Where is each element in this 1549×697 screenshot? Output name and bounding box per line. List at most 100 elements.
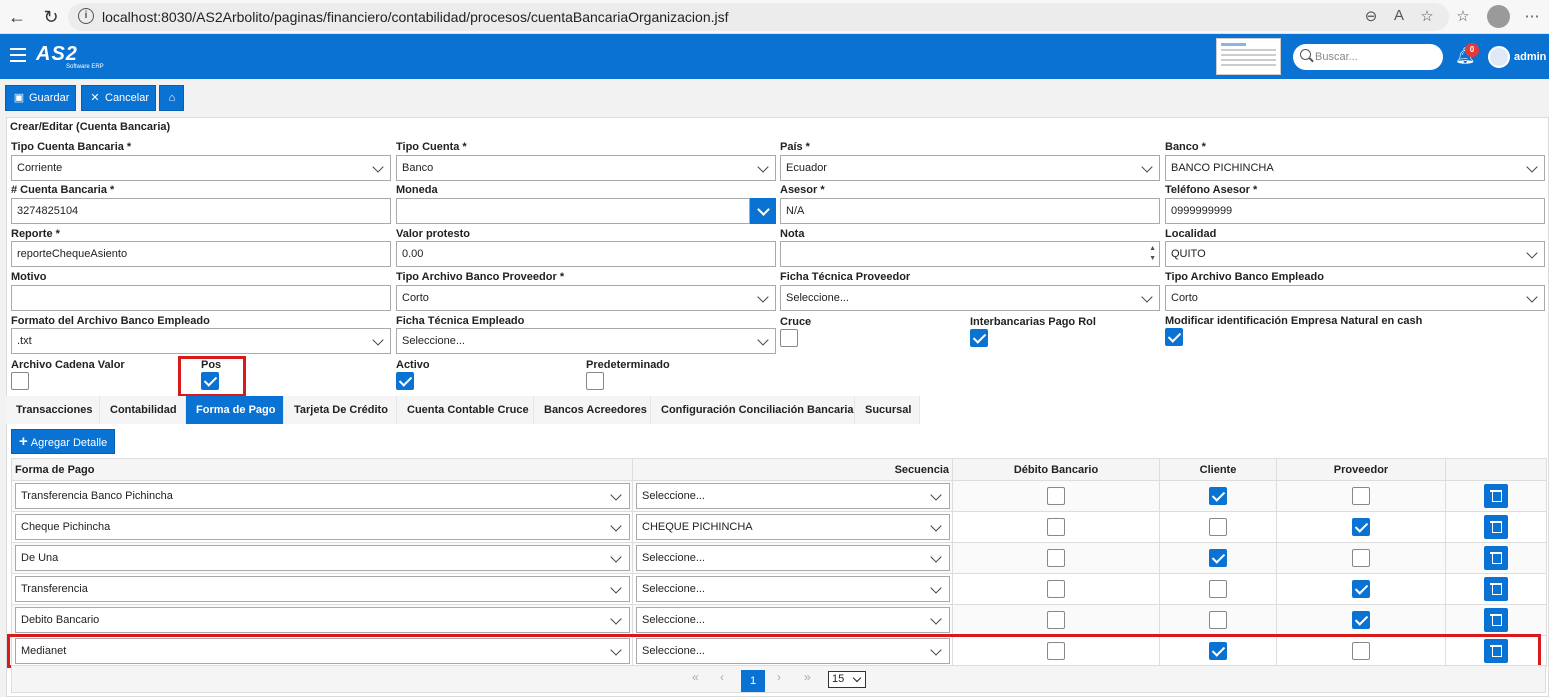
tab-transacciones[interactable]: Transacciones xyxy=(6,396,100,424)
cell-debito xyxy=(952,480,1160,512)
nota-textarea[interactable]: ▲ ▼ xyxy=(780,241,1160,267)
secuencia-select[interactable]: Seleccione... xyxy=(636,607,950,633)
tab-bancos-acreedores[interactable]: Bancos Acreedores xyxy=(534,396,651,424)
page-button-current[interactable]: 1 xyxy=(741,670,765,692)
motivo-input[interactable] xyxy=(11,285,391,311)
modificar-id-checkbox[interactable] xyxy=(1165,328,1183,346)
tipo-archivo-empleado-select[interactable]: Corto xyxy=(1165,285,1545,311)
trash-icon[interactable] xyxy=(1484,546,1508,570)
trash-icon[interactable] xyxy=(1484,608,1508,632)
prev-page-icon[interactable]: ‹ xyxy=(720,670,724,684)
tab-tarjeta-de-credito[interactable]: Tarjeta De Crédito xyxy=(284,396,397,424)
asesor-input[interactable]: N/A xyxy=(780,198,1160,224)
telefono-asesor-input[interactable]: 0999999999 xyxy=(1165,198,1545,224)
ficha-tecnica-empleado-select[interactable]: Seleccione... xyxy=(396,328,776,354)
favorites-bar-icon[interactable]: ☆ xyxy=(1453,7,1473,25)
avatar[interactable] xyxy=(1488,46,1510,68)
tab-cuenta-contable-cruce[interactable]: Cuenta Contable Cruce xyxy=(397,396,534,424)
trash-icon[interactable] xyxy=(1484,484,1508,508)
moneda-input[interactable] xyxy=(396,198,750,224)
save-button[interactable]: ▣ Guardar xyxy=(5,85,77,111)
trash-icon[interactable] xyxy=(1484,577,1508,601)
proveedor-checkbox[interactable] xyxy=(1352,611,1370,629)
last-page-icon[interactable]: » xyxy=(804,670,811,684)
cell-cliente xyxy=(1159,573,1277,605)
add-detail-button[interactable]: + Agregar Detalle xyxy=(11,429,116,454)
predeterminado-checkbox[interactable] xyxy=(586,372,604,390)
forma-de-pago-select[interactable]: Debito Bancario xyxy=(15,607,630,633)
secuencia-select[interactable]: Seleccione... xyxy=(636,545,950,571)
header-secuencia[interactable]: Secuencia xyxy=(632,458,953,481)
proveedor-checkbox[interactable] xyxy=(1352,518,1370,536)
spinner-icon[interactable]: ▲ ▼ xyxy=(1149,244,1156,264)
debito-checkbox[interactable] xyxy=(1047,580,1065,598)
cliente-checkbox[interactable] xyxy=(1209,549,1227,567)
debito-checkbox[interactable] xyxy=(1047,549,1065,567)
secuencia-select[interactable]: Seleccione... xyxy=(636,483,950,509)
reporte-input[interactable]: reporteChequeAsiento xyxy=(11,241,391,267)
more-icon[interactable]: ⋯ xyxy=(1522,7,1542,25)
forma-de-pago-select[interactable]: Cheque Pichincha xyxy=(15,514,630,540)
header-proveedor[interactable]: Proveedor xyxy=(1276,458,1446,481)
proveedor-checkbox[interactable] xyxy=(1352,549,1370,567)
favorite-icon[interactable]: ☆ xyxy=(1417,7,1437,25)
menu-icon[interactable] xyxy=(10,48,26,62)
secuencia-select[interactable]: Seleccione... xyxy=(636,576,950,602)
moneda-dropdown-button[interactable] xyxy=(750,198,776,224)
search-input[interactable]: Buscar... xyxy=(1293,44,1443,70)
first-page-icon[interactable]: « xyxy=(692,670,699,684)
cruce-checkbox[interactable] xyxy=(780,329,798,347)
secuencia-select[interactable]: CHEQUE PICHINCHA xyxy=(636,514,950,540)
pais-select[interactable]: Ecuador xyxy=(780,155,1160,181)
forma-de-pago-select[interactable]: De Una xyxy=(15,545,630,571)
rows-per-page-select[interactable]: 15 xyxy=(828,671,866,688)
cliente-checkbox[interactable] xyxy=(1209,580,1227,598)
reload-icon[interactable]: ↻ xyxy=(40,6,62,28)
info-icon[interactable]: i xyxy=(78,8,94,24)
trash-icon[interactable] xyxy=(1484,515,1508,539)
activo-checkbox[interactable] xyxy=(396,372,414,390)
label-ficha-tecnica-proveedor: Ficha Técnica Proveedor xyxy=(780,271,911,283)
address-bar[interactable]: i localhost:8030/AS2Arbolito/paginas/fin… xyxy=(68,3,1449,31)
user-name[interactable]: admin xyxy=(1514,51,1546,63)
tab-forma-de-pago[interactable]: Forma de Pago xyxy=(186,396,284,424)
valor-protesto-input[interactable]: 0.00 xyxy=(396,241,776,267)
back-icon[interactable]: ← xyxy=(6,6,28,28)
banco-select[interactable]: BANCO PICHINCHA xyxy=(1165,155,1545,181)
cliente-checkbox[interactable] xyxy=(1209,611,1227,629)
browser-profile-icon[interactable] xyxy=(1487,5,1510,28)
interbancarias-checkbox[interactable] xyxy=(970,329,988,347)
ficha-tecnica-proveedor-select[interactable]: Seleccione... xyxy=(780,285,1160,311)
proveedor-checkbox[interactable] xyxy=(1352,487,1370,505)
read-aloud-icon[interactable]: A xyxy=(1389,7,1409,24)
cliente-checkbox[interactable] xyxy=(1209,487,1227,505)
forma-de-pago-select[interactable]: Transferencia Banco Pichincha xyxy=(15,483,630,509)
toolbar: ▣ Guardar ✕ Cancelar ⌂ xyxy=(0,79,1549,117)
debito-checkbox[interactable] xyxy=(1047,518,1065,536)
formato-archivo-empleado-select[interactable]: .txt xyxy=(11,328,391,354)
tipo-cuenta-select[interactable]: Banco xyxy=(396,155,776,181)
cancel-button[interactable]: ✕ Cancelar xyxy=(81,85,157,111)
tab-sucursal[interactable]: Sucursal xyxy=(855,396,920,424)
archivo-cadena-valor-checkbox[interactable] xyxy=(11,372,29,390)
save-label: Guardar xyxy=(29,92,70,104)
tipo-archivo-proveedor-select[interactable]: Corto xyxy=(396,285,776,311)
localidad-select[interactable]: QUITO xyxy=(1165,241,1545,267)
bank-button[interactable]: ⌂ xyxy=(159,85,184,111)
header-forma-de-pago[interactable]: Forma de Pago xyxy=(11,458,633,481)
forma-de-pago-select[interactable]: Transferencia xyxy=(15,576,630,602)
numero-cuenta-input[interactable]: 3274825104 xyxy=(11,198,391,224)
next-page-icon[interactable]: › xyxy=(777,670,781,684)
tab-configuracion-conciliacion[interactable]: Configuración Conciliación Bancaria xyxy=(651,396,855,424)
header-cliente[interactable]: Cliente xyxy=(1159,458,1277,481)
cliente-checkbox[interactable] xyxy=(1209,518,1227,536)
header-debito-bancario[interactable]: Débito Bancario xyxy=(952,458,1160,481)
tipo-cuenta-bancaria-select[interactable]: Corriente xyxy=(11,155,391,181)
debito-checkbox[interactable] xyxy=(1047,611,1065,629)
tab-contabilidad[interactable]: Contabilidad xyxy=(100,396,186,424)
cell-actions xyxy=(1445,542,1547,574)
zoom-icon[interactable]: ⊖ xyxy=(1361,7,1381,25)
screen-thumbnail[interactable] xyxy=(1216,38,1281,75)
proveedor-checkbox[interactable] xyxy=(1352,580,1370,598)
debito-checkbox[interactable] xyxy=(1047,487,1065,505)
